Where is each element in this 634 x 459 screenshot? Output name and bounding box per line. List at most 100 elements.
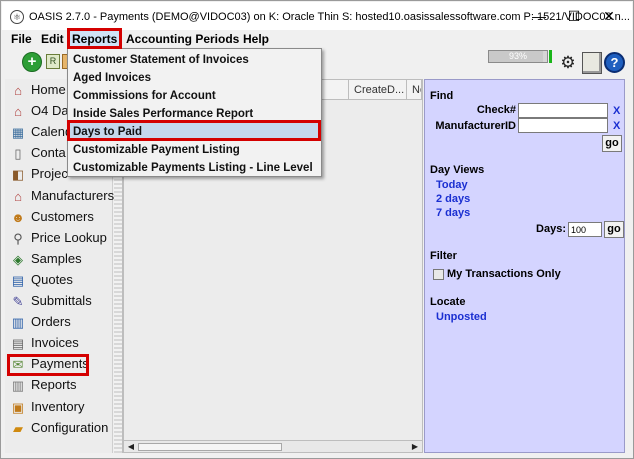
menu-reports[interactable]: Reports <box>70 30 120 48</box>
report-icon[interactable]: R <box>46 54 60 69</box>
oasis-app-icon: ⚛ <box>10 10 24 24</box>
maximize-button[interactable]: ☐ <box>558 5 590 27</box>
title-bar: ⚛ OASIS 2.7.0 - Payments (DEMO@VIDOC03) … <box>2 2 632 30</box>
price-lookup-icon: ⚲ <box>13 230 23 246</box>
close-button[interactable]: ✕ <box>593 5 625 27</box>
robot-icon[interactable]: ⚙ <box>557 52 579 74</box>
filter-heading: Filter <box>430 250 457 262</box>
unposted-link[interactable]: Unposted <box>436 311 487 323</box>
menu-item-commissions-for-account[interactable]: Commissions for Account <box>69 87 320 105</box>
contacts-icon: ▯ <box>14 146 22 162</box>
sidebar-item-price-lookup[interactable]: ⚲ Price Lookup <box>5 228 113 248</box>
horizontal-scrollbar[interactable]: ◀ ▶ <box>124 440 422 452</box>
sidebar-item-label: Home <box>31 82 66 97</box>
payments-icon: ✉ <box>12 357 24 373</box>
customers-icon: ☻ <box>11 209 25 225</box>
memory-progress-bar: 93% <box>488 50 548 63</box>
menu-file[interactable]: File <box>9 30 34 48</box>
sidebar-item-label: Samples <box>31 250 82 266</box>
days-input[interactable] <box>568 222 602 237</box>
menu-edit[interactable]: Edit <box>39 30 66 48</box>
manufacturer-id-input[interactable] <box>518 118 608 133</box>
menu-item-customer-statement-of-invoices[interactable]: Customer Statement of Invoices <box>69 51 320 69</box>
sidebar-item-label: Manufacturers <box>31 187 115 203</box>
sidebar-item-label: Projec <box>31 166 68 182</box>
menu-item-customizable-payment-listing[interactable]: Customizable Payment Listing <box>69 141 320 159</box>
menu-item-customizable-payments-listing-line-level[interactable]: Customizable Payments Listing - Line Lev… <box>69 159 320 177</box>
search-panel: Find Check# X ManufacturerID X go Day Vi… <box>424 79 625 453</box>
clear-manufacturer-button[interactable]: X <box>613 120 620 132</box>
find-go-button[interactable]: go <box>602 135 622 152</box>
menu-item-days-to-paid[interactable]: Days to Paid <box>69 123 320 141</box>
two-days-link[interactable]: 2 days <box>436 193 470 205</box>
sidebar-item-label: Conta <box>31 145 66 161</box>
menu-bar: File Edit Reports Accounting Periods Hel… <box>2 30 632 48</box>
notes-button[interactable] <box>582 52 602 74</box>
today-link[interactable]: Today <box>436 179 468 191</box>
check-number-input[interactable] <box>518 103 608 118</box>
my-transactions-label[interactable]: My Transactions Only <box>447 268 561 280</box>
projects-icon: ◧ <box>11 167 25 183</box>
column-header-no[interactable]: No <box>407 80 422 100</box>
clear-check-button[interactable]: X <box>613 105 620 117</box>
menu-item-inside-sales-performance-report[interactable]: Inside Sales Performance Report <box>69 105 320 123</box>
locate-heading: Locate <box>430 296 466 308</box>
orders-icon: ▥ <box>11 315 25 331</box>
my-transactions-checkbox[interactable] <box>433 269 444 280</box>
manufacturers-icon: ⌂ <box>14 188 22 204</box>
o4-dashboard-icon: ⌂ <box>14 104 22 120</box>
add-record-button[interactable]: + <box>22 52 42 72</box>
scrollbar-thumb[interactable] <box>138 443 282 451</box>
menu-item-aged-invoices[interactable]: Aged Invoices <box>69 69 320 87</box>
sidebar-item-label: Quotes <box>31 271 73 287</box>
sidebar-item-label: Invoices <box>31 335 79 351</box>
day-views-heading: Day Views <box>430 164 485 176</box>
sidebar-item-submittals[interactable]: ✎ Submittals <box>5 291 113 311</box>
sidebar-item-orders[interactable]: ▥ Orders <box>5 312 113 332</box>
days-go-button[interactable]: go <box>604 221 624 238</box>
home-icon: ⌂ <box>14 83 22 98</box>
sidebar-item-quotes[interactable]: ▤ Quotes <box>5 270 113 290</box>
sidebar-item-label: Configuration <box>31 419 109 435</box>
sidebar-item-manufacturers[interactable]: ⌂ Manufacturers <box>5 186 115 206</box>
sidebar-item-payments[interactable]: ✉ Payments <box>5 354 113 374</box>
sidebar-item-label: Reports <box>31 377 77 393</box>
seven-days-link[interactable]: 7 days <box>436 207 470 219</box>
sidebar-item-reports[interactable]: ▥ Reports <box>5 375 113 395</box>
calendar-icon: ▦ <box>11 125 25 141</box>
sidebar-item-label: Inventory <box>31 398 85 414</box>
sidebar-item-inventory[interactable]: ▣ Inventory <box>5 397 113 417</box>
scroll-left-arrow-icon[interactable]: ◀ <box>126 442 136 452</box>
inventory-icon: ▣ <box>11 399 25 415</box>
samples-icon: ◈ <box>13 251 23 267</box>
manufacturer-id-label: ManufacturerID <box>435 120 516 132</box>
invoices-icon: ▤ <box>11 336 25 352</box>
find-heading: Find <box>430 90 454 102</box>
sidebar-item-invoices[interactable]: ▤ Invoices <box>5 333 113 353</box>
quotes-icon: ▤ <box>11 272 25 288</box>
reports-icon: ▥ <box>11 378 25 394</box>
column-header-created[interactable]: CreateD... <box>349 80 407 100</box>
sidebar-item-samples[interactable]: ◈ Samples <box>5 249 113 269</box>
scroll-right-arrow-icon[interactable]: ▶ <box>410 442 420 452</box>
sidebar-item-label: Orders <box>31 314 71 330</box>
sidebar-item-label: O4 Da <box>31 103 69 119</box>
help-button[interactable]: ? <box>604 52 625 73</box>
sidebar-item-label: Customers <box>31 208 94 224</box>
configuration-icon: ▰ <box>13 420 23 436</box>
sidebar-item-label: Price Lookup <box>31 229 107 245</box>
days-label: Days: <box>536 223 566 235</box>
check-number-label: Check# <box>476 104 516 116</box>
menu-accounting-periods[interactable]: Accounting Periods <box>124 30 241 48</box>
progress-percent: 93% <box>508 51 527 61</box>
minimize-button[interactable]: — <box>523 5 555 27</box>
menu-help[interactable]: Help <box>241 30 271 48</box>
progress-indicator <box>549 50 552 63</box>
sidebar-item-customers[interactable]: ☻ Customers <box>5 207 113 227</box>
reports-dropdown-menu: Customer Statement of Invoices Aged Invoi… <box>67 48 322 177</box>
sidebar-item-label: Payments <box>31 356 89 372</box>
sidebar-item-configuration[interactable]: ▰ Configuration <box>5 418 113 438</box>
application-window: ⚛ OASIS 2.7.0 - Payments (DEMO@VIDOC03) … <box>0 0 634 459</box>
sidebar-item-label: Submittals <box>31 293 92 308</box>
submittals-icon: ✎ <box>12 294 24 309</box>
